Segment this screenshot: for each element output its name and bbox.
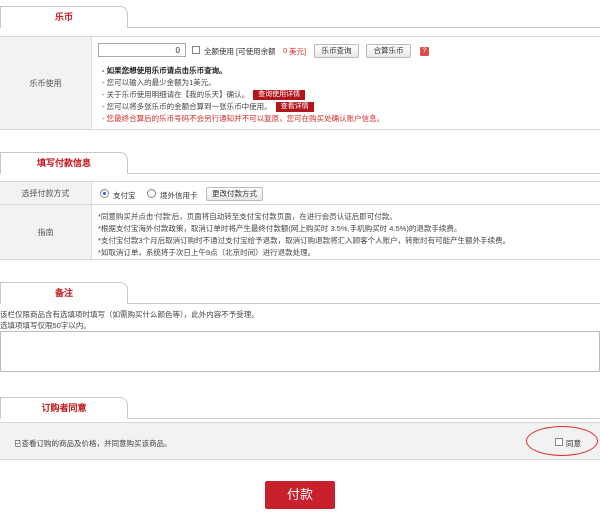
credit-card-label: 境外信用卡 bbox=[160, 191, 198, 200]
remarks-tab-header: 备注 bbox=[0, 282, 600, 304]
payment-method-label: 选择付款方式 bbox=[0, 182, 92, 204]
coins-tab-header: 乐币 bbox=[0, 6, 600, 28]
coin-lookup-button[interactable]: 乐币查询 bbox=[314, 44, 359, 58]
payment-tab-title: 填写付款信息 bbox=[0, 152, 128, 174]
remarks-tab-title: 备注 bbox=[0, 282, 128, 304]
coin-note-2: - 您可以输入的最少金额为1美元。 bbox=[102, 78, 216, 87]
usage-detail-button[interactable]: 查询使用详情 bbox=[253, 90, 306, 101]
guide-line: *如取消订单，系统将于次日上午9点（北京时间）进行退款处理。 bbox=[98, 248, 316, 257]
help-icon[interactable]: ? bbox=[420, 47, 429, 56]
consent-tab-title: 订购者同意 bbox=[0, 397, 128, 419]
available-balance-unit: 美元] bbox=[289, 47, 307, 56]
coin-note-3: - 关于乐币使用明细请在【我的乐天】确认。 查询使用详情 bbox=[102, 89, 306, 101]
remarks-textarea[interactable] bbox=[0, 331, 600, 372]
alipay-label: 支付宝 bbox=[113, 191, 136, 200]
payment-guide-label: 指南 bbox=[0, 205, 92, 259]
coins-section: 乐币使用 0 全额使用 [可使用余额 0 美元] 乐币查询 合算乐币 ? - 如… bbox=[0, 36, 600, 130]
coins-row-label: 乐币使用 bbox=[0, 37, 92, 129]
full-use-label: 全额使用 bbox=[204, 47, 234, 56]
credit-card-radio[interactable] bbox=[147, 189, 156, 198]
alipay-radio[interactable] bbox=[100, 189, 109, 198]
payment-tab-header: 填写付款信息 bbox=[0, 152, 600, 174]
coin-amount-input[interactable]: 0 bbox=[98, 43, 186, 57]
guide-line: *根据支付宝海外付款政策，取消订单时将产生最终付款额(网上购买时 3.5%,手机… bbox=[98, 224, 462, 233]
coins-tab-title: 乐币 bbox=[0, 6, 128, 28]
payment-method-row: 选择付款方式 支付宝 境外信用卡 更改付款方式 bbox=[0, 181, 600, 205]
remarks-instruction: 选填项填写仅限50字以内。 bbox=[0, 321, 91, 330]
guide-line: *支付宝付款3个月后取消订购时不通过支付宝给予退款，取消订购退款将汇入顾客个人账… bbox=[98, 236, 511, 245]
consent-row: 已查看订购的商品及价格，并同意购买该商品。 同意 bbox=[0, 422, 600, 460]
view-detail-button[interactable]: 查看详情 bbox=[275, 102, 314, 113]
available-balance-value: 0 bbox=[283, 46, 288, 55]
guide-line: *同意购买并点击‘付款’后，页面将自动转至支付宝付款页面，在进行会员认证后即可付… bbox=[98, 212, 397, 221]
coin-merge-button[interactable]: 合算乐币 bbox=[366, 44, 411, 58]
available-balance-prefix: [可使用余额 bbox=[236, 47, 276, 56]
payment-guide-row: 指南 *同意购买并点击‘付款’后，页面将自动转至支付宝付款页面，在进行会员认证后… bbox=[0, 205, 600, 260]
coin-note-5: - 您最终合算后的乐币号码不会另行通知并不可以复原，您可在购买处确认账户信息。 bbox=[102, 114, 385, 123]
pay-button[interactable]: 付款 bbox=[265, 481, 335, 509]
coin-note-4: - 您可以将多张乐币的金额合算到一张乐币中使用。 查看详情 bbox=[102, 101, 314, 113]
change-payment-button[interactable]: 更改付款方式 bbox=[206, 187, 263, 201]
agree-highlight-circle bbox=[526, 426, 598, 456]
full-use-checkbox[interactable] bbox=[192, 46, 200, 54]
consent-tab-header: 订购者同意 bbox=[0, 397, 600, 419]
coin-note-1: - 如果您想使用乐币请点击乐币查询。 bbox=[102, 66, 227, 75]
consent-statement: 已查看订购的商品及价格，并同意购买该商品。 bbox=[14, 439, 172, 448]
remarks-instruction: 该栏仅限商品含有选填项时填写（如需购买什么颜色等），此外内容不予受理。 bbox=[0, 310, 259, 319]
